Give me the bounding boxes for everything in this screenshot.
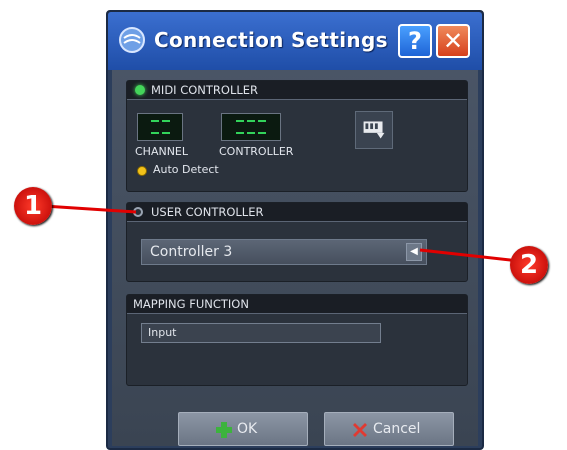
- callout-lines: [43, 204, 529, 264]
- callout-2: 2: [510, 246, 548, 284]
- callout-1: 1: [14, 187, 52, 225]
